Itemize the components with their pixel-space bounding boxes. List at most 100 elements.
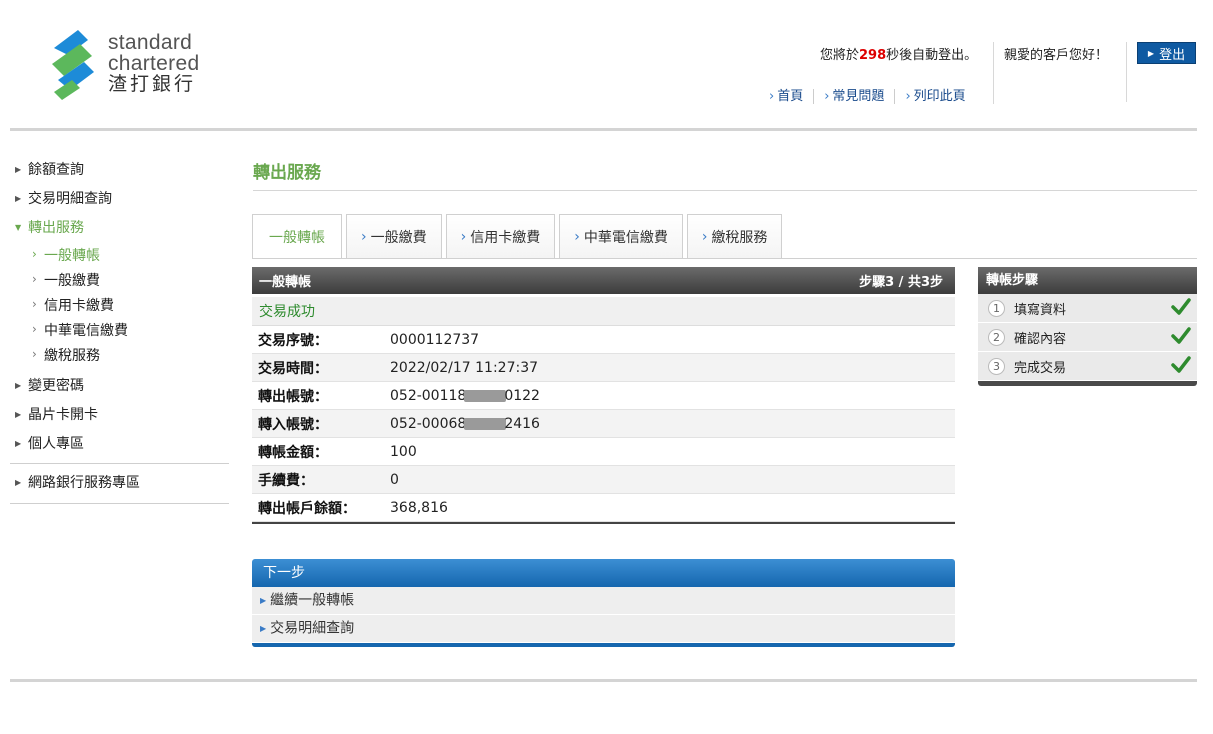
row-label: 轉出帳號： (258, 388, 328, 405)
row-value: 0 (390, 471, 399, 488)
next-steps-footer (252, 643, 955, 647)
table-row: 交易序號： 0000112737 (252, 326, 955, 354)
tab-cht-payment[interactable]: › 中華電信繳費 (559, 214, 683, 258)
service-tabs: 一般轉帳 › 一般繳費 › 信用卡繳費 › 中華電信繳費 › 繳稅服務 (252, 214, 786, 259)
chevron-right-icon: › (769, 89, 775, 104)
tab-credit-card[interactable]: › 信用卡繳費 (445, 214, 556, 258)
chevron-right-icon: › (32, 272, 37, 286)
row-label: 交易序號： (258, 332, 328, 349)
transfer-details: 交易序號： 0000112737 交易時間： 2022/02/17 11:27:37… (252, 326, 955, 524)
sidebar-item-ebanking-zone[interactable]: ▶ 網路銀行服務專區 (10, 468, 229, 497)
tab-general-transfer[interactable]: 一般轉帳 (252, 214, 342, 259)
transaction-query-link[interactable]: ▶ 交易明細查詢 (252, 615, 955, 643)
sidebar-divider (10, 463, 229, 464)
step-number: 3 (988, 357, 1005, 375)
sidebar-sub-credit-card[interactable]: › 信用卡繳費 (10, 293, 229, 318)
sidebar-item-balance[interactable]: ▶ 餘額查詢 (10, 152, 229, 181)
logo-mark-icon (52, 30, 94, 100)
step-number: 2 (988, 328, 1005, 346)
triangle-right-icon: ▶ (260, 624, 267, 633)
row-label: 交易時間： (258, 360, 328, 377)
chevron-right-icon: › (905, 89, 911, 104)
row-label: 手續費： (258, 472, 314, 489)
sidebar-item-label: 變更密碼 (28, 378, 84, 394)
checkmark-icon (1171, 298, 1191, 315)
row-label: 轉出帳戶餘額： (258, 500, 356, 517)
checkmark-icon (1171, 327, 1191, 344)
transfer-panel-header: 一般轉帳 步驟3 / 共3步 (252, 267, 955, 294)
tabs-rule (252, 258, 1197, 259)
page-title: 轉出服務 (253, 163, 321, 183)
next-item-label: 繼續一般轉帳 (270, 592, 355, 609)
logout-label: 登出 (1159, 47, 1186, 63)
arrow-right-icon: ▶ (1147, 48, 1155, 58)
sidebar-item-transfer-out[interactable]: ▼ 轉出服務 (10, 210, 229, 239)
sidebar-sub-cht-payment[interactable]: › 中華電信繳費 (10, 318, 229, 343)
bank-logo[interactable]: standard chartered 渣打銀行 (48, 28, 238, 100)
sidebar-sub-label: 繳稅服務 (44, 348, 100, 364)
row-value: 052-00118 0122 (390, 388, 540, 404)
logo-line-1: standard (108, 31, 193, 54)
step-item: 3 完成交易 (978, 352, 1197, 381)
step-label: 填寫資料 (1014, 302, 1067, 318)
logout-button[interactable]: ▶ 登出 (1137, 42, 1196, 64)
faq-link-label: 常見問題 (832, 89, 885, 104)
next-steps: 下一步 ▶ 繼續一般轉帳 ▶ 交易明細查詢 (252, 559, 955, 647)
footer-rule (10, 679, 1197, 682)
chevron-right-icon: › (32, 247, 37, 261)
table-row: 轉入帳號： 052-00068 2416 (252, 410, 955, 438)
row-label: 轉入帳號： (258, 416, 328, 433)
greeting: 親愛的客戶您好！ (1004, 48, 1109, 63)
top-links: › 首頁 › 常見問題 › 列印此頁 (769, 89, 976, 104)
account-suffix: 2416 (504, 415, 540, 432)
header-divider (1126, 42, 1127, 102)
masked-digits (464, 417, 507, 430)
step-number: 1 (988, 299, 1005, 317)
sidebar-item-transactions[interactable]: ▶ 交易明細查詢 (10, 181, 229, 210)
triangle-right-icon: ▶ (15, 478, 22, 487)
autologout-notice: 您將於298秒後自動登出。 (820, 44, 977, 63)
chevron-right-icon: › (701, 228, 708, 245)
home-link-label: 首頁 (777, 89, 804, 104)
tab-label: 一般繳費 (370, 229, 427, 246)
panel-title: 一般轉帳 (259, 275, 312, 290)
row-value: 100 (390, 443, 417, 460)
continue-transfer-link[interactable]: ▶ 繼續一般轉帳 (252, 587, 955, 615)
sidebar-sub-tax[interactable]: › 繳稅服務 (10, 343, 229, 368)
tab-general-payment[interactable]: › 一般繳費 (346, 214, 442, 258)
print-link[interactable]: › 列印此頁 (895, 89, 975, 104)
table-row: 交易時間： 2022/02/17 11:27:37 (252, 354, 955, 382)
sidebar-item-label: 交易明細查詢 (28, 191, 112, 207)
table-row: 手續費： 0 (252, 466, 955, 494)
logo-text: standard chartered 渣打銀行 (108, 32, 199, 95)
sidebar-sub-general-transfer[interactable]: › 一般轉帳 (10, 243, 229, 268)
sidebar-sub-label: 一般繳費 (44, 273, 100, 289)
tab-label: 信用卡繳費 (470, 229, 541, 246)
chevron-right-icon: › (32, 347, 37, 361)
tab-tax[interactable]: › 繳稅服務 (686, 214, 783, 258)
row-value: 368,816 (390, 499, 448, 516)
home-link[interactable]: › 首頁 (769, 89, 815, 104)
masked-digits (464, 389, 507, 402)
faq-link[interactable]: › 常見問題 (814, 89, 896, 104)
sidebar-item-chip-card[interactable]: ▶ 晶片卡開卡 (10, 397, 229, 426)
chevron-right-icon: › (32, 297, 37, 311)
tab-label: 一般轉帳 (269, 230, 325, 246)
logo-line-cn: 渣打銀行 (108, 73, 197, 95)
header-rule (10, 128, 1197, 131)
chevron-right-icon: › (574, 228, 580, 245)
step-label: 確認內容 (1014, 331, 1067, 347)
sidebar-item-change-password[interactable]: ▶ 變更密碼 (10, 368, 229, 397)
sidebar-sub-general-payment[interactable]: › 一般繳費 (10, 268, 229, 293)
next-steps-title: 下一步 (252, 559, 955, 587)
table-row: 轉帳金額： 100 (252, 438, 955, 466)
autologout-suffix: 秒後自動登出。 (886, 48, 978, 63)
sidebar-item-label: 餘額查詢 (28, 162, 84, 178)
sidebar-item-personal[interactable]: ▶ 個人專區 (10, 426, 229, 455)
checkmark-icon (1171, 356, 1191, 373)
logo-line-2: chartered (108, 52, 200, 75)
sidebar-sub-label: 一般轉帳 (44, 248, 100, 264)
steps-title: 轉帳步驟 (978, 267, 1197, 294)
triangle-down-icon: ▼ (15, 223, 22, 232)
sidebar: ▶ 餘額查詢 ▶ 交易明細查詢 ▼ 轉出服務 › 一般轉帳 › 一般繳費 › 信用卡繳費 ›… (10, 152, 229, 504)
